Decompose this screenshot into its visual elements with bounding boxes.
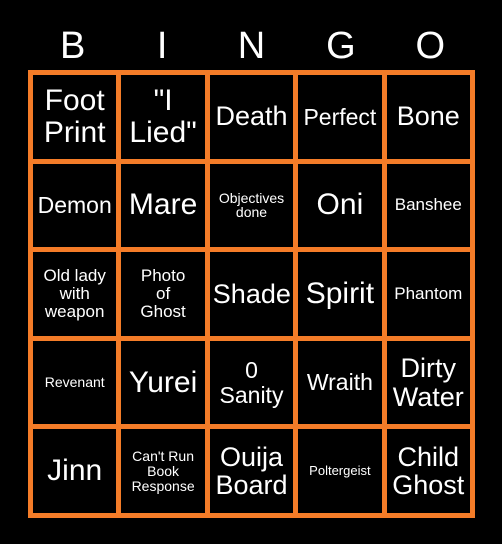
- bingo-cell[interactable]: Wraith: [298, 340, 382, 425]
- bingo-cell[interactable]: "I Lied": [121, 75, 205, 159]
- bingo-cell-label: Photo of Ghost: [140, 265, 186, 321]
- header-letter-g: G: [326, 25, 356, 67]
- bingo-cell-label: Yurei: [128, 365, 198, 399]
- bingo-cell-label: Shade: [212, 278, 291, 309]
- bingo-cell-label: Ouija Board: [215, 441, 288, 501]
- header-letter-o: O: [415, 25, 446, 67]
- bingo-cell[interactable]: Bone: [386, 75, 470, 159]
- bingo-cell-label: 0 Sanity: [219, 357, 284, 408]
- bingo-cell[interactable]: Yurei: [121, 340, 205, 425]
- bingo-cell[interactable]: Ouija Board: [209, 429, 294, 513]
- bingo-cell[interactable]: Dirty Water: [386, 340, 470, 425]
- header-letter-n: N: [237, 25, 266, 67]
- bingo-cell-label: Wraith: [306, 369, 373, 396]
- bingo-cell[interactable]: 0 Sanity: [209, 340, 294, 425]
- bingo-cell[interactable]: Old lady with weapon: [33, 252, 117, 336]
- bingo-cell[interactable]: Shade: [209, 252, 294, 336]
- bingo-cell-label: Jinn: [47, 454, 103, 488]
- bingo-cell[interactable]: Oni: [298, 163, 382, 248]
- bingo-cell[interactable]: Banshee: [386, 163, 470, 248]
- bingo-cell-label: Objectives done: [218, 189, 285, 221]
- bingo-cell-label: Spirit: [305, 277, 375, 311]
- bingo-cell-label: Perfect: [303, 103, 377, 130]
- bingo-header: B I N G O: [28, 22, 475, 70]
- bingo-cell-label: Can't Run Book Response: [131, 447, 195, 494]
- bingo-grid: Foot Print "I Lied" Death Perfect Bone Demon M…: [28, 70, 475, 518]
- bingo-cell[interactable]: Demon: [33, 163, 117, 248]
- bingo-cell[interactable]: Objectives done: [209, 163, 294, 248]
- bingo-cell-label: Poltergeist: [309, 463, 371, 479]
- bingo-cell[interactable]: Photo of Ghost: [121, 252, 205, 336]
- bingo-cell-label: Bone: [396, 101, 460, 132]
- bingo-cell-label: Phantom: [394, 283, 463, 303]
- bingo-cell[interactable]: Mare: [121, 163, 205, 248]
- bingo-cell-label: Oni: [316, 188, 364, 222]
- bingo-cell[interactable]: Jinn: [33, 429, 117, 513]
- bingo-cell-label: Mare: [128, 188, 198, 222]
- bingo-cell[interactable]: Spirit: [298, 252, 382, 336]
- bingo-cell-label: Child Ghost: [392, 441, 465, 501]
- bingo-cell-label: Old lady with weapon: [43, 265, 106, 321]
- bingo-cell[interactable]: Child Ghost: [386, 429, 470, 513]
- bingo-cell-label: Banshee: [394, 195, 462, 215]
- bingo-cell-label: Revenant: [44, 374, 105, 391]
- bingo-cell[interactable]: Revenant: [33, 340, 117, 425]
- bingo-cell-label: "I Lied": [129, 84, 197, 149]
- bingo-cell[interactable]: Foot Print: [33, 75, 117, 159]
- header-letter-i: I: [156, 25, 168, 67]
- bingo-cell-label: Dirty Water: [392, 352, 464, 412]
- bingo-cell[interactable]: Death: [209, 75, 294, 159]
- bingo-card: B I N G O Foot Print "I Lied" Death Perfect…: [0, 0, 502, 544]
- bingo-cell[interactable]: Perfect: [298, 75, 382, 159]
- header-letter-b: B: [60, 25, 86, 67]
- bingo-cell-label: Demon: [37, 192, 112, 219]
- bingo-cell-label: Foot Print: [43, 84, 106, 149]
- bingo-cell[interactable]: Poltergeist: [298, 429, 382, 513]
- bingo-cell[interactable]: Can't Run Book Response: [121, 429, 205, 513]
- bingo-cell[interactable]: Phantom: [386, 252, 470, 336]
- bingo-cell-label: Death: [215, 101, 288, 132]
